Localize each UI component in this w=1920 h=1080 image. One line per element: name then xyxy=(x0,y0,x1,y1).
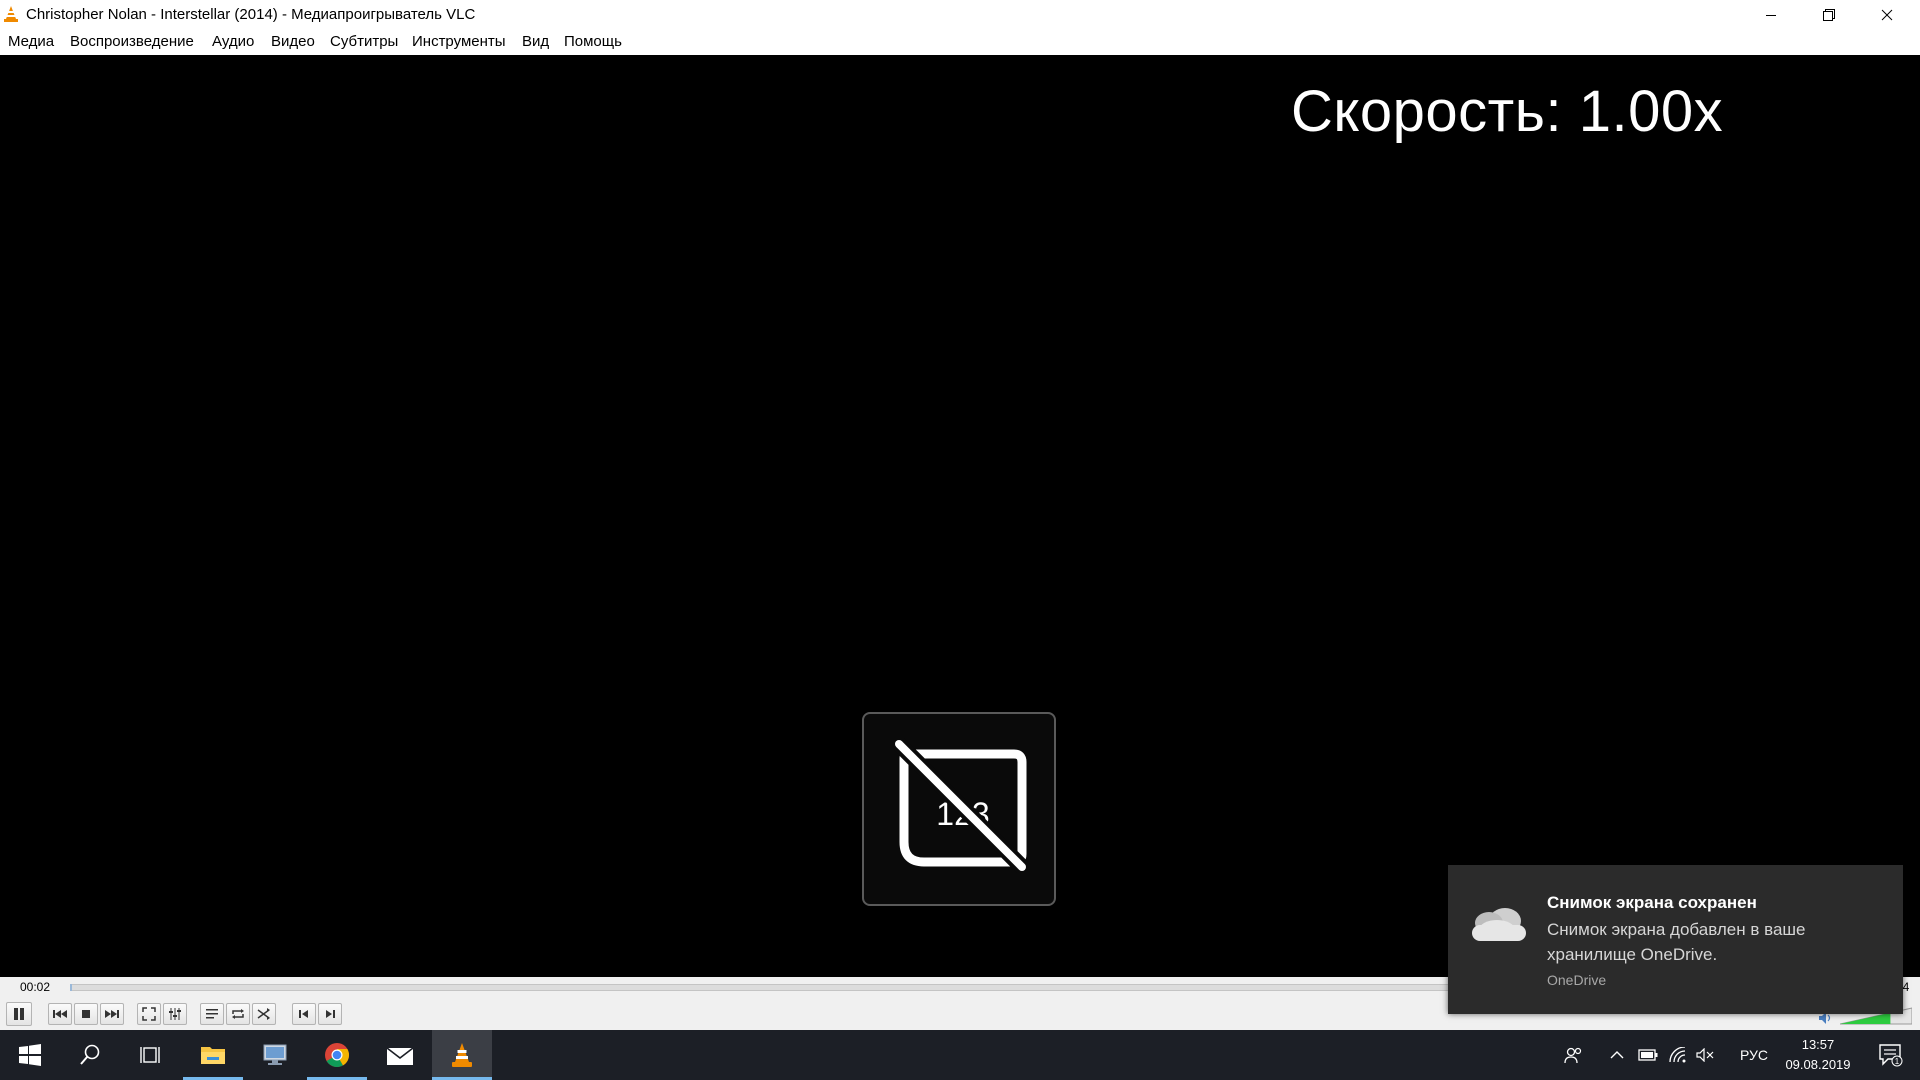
subtitle-disabled-osd: 123 xyxy=(862,712,1056,906)
menu-subtitles[interactable]: Субтитры xyxy=(330,33,398,50)
notification-icon: 1 xyxy=(1879,1044,1903,1067)
close-button[interactable] xyxy=(1858,0,1916,29)
toast-title: Снимок экрана сохранен xyxy=(1547,893,1757,912)
menu-video[interactable]: Видео xyxy=(271,33,315,50)
onedrive-cloud-icon xyxy=(1472,908,1526,941)
task-view-button[interactable] xyxy=(120,1030,180,1080)
remote-desktop-button[interactable] xyxy=(245,1030,305,1080)
next-button[interactable] xyxy=(100,1003,124,1025)
network-tray[interactable] xyxy=(1666,1030,1690,1080)
people-icon xyxy=(1564,1047,1582,1064)
clock[interactable]: 13:57 09.08.2019 xyxy=(1772,1034,1864,1076)
frame-next-button[interactable] xyxy=(318,1003,342,1025)
minimize-icon xyxy=(1766,14,1776,16)
frame-back-icon xyxy=(299,1010,308,1018)
shuffle-icon xyxy=(257,1008,270,1020)
show-hidden-icons-button[interactable] xyxy=(1606,1030,1628,1080)
people-button[interactable] xyxy=(1560,1030,1586,1080)
fullscreen-icon xyxy=(142,1007,156,1021)
frame-forward-icon xyxy=(326,1010,335,1018)
next-icon xyxy=(105,1010,119,1018)
stop-button[interactable] xyxy=(74,1003,98,1025)
stop-icon xyxy=(82,1010,90,1018)
menu-tools[interactable]: Инструменты xyxy=(412,33,506,50)
frame-previous-button[interactable] xyxy=(292,1003,316,1025)
vlc-taskbar-button[interactable] xyxy=(432,1030,492,1080)
menu-audio[interactable]: Аудио xyxy=(212,33,254,50)
extended-settings-button[interactable] xyxy=(163,1003,187,1025)
window-title: Christopher Nolan - Interstellar (2014) … xyxy=(26,6,476,23)
restore-icon xyxy=(1823,8,1835,21)
action-center-button[interactable]: 1 xyxy=(1866,1030,1916,1080)
toast-body: Снимок экрана добавлен в ваше хранилище … xyxy=(1547,920,1806,964)
vlc-icon xyxy=(452,1043,472,1067)
start-button[interactable] xyxy=(0,1030,60,1080)
task-view-icon xyxy=(140,1047,160,1063)
clock-time: 13:57 xyxy=(1801,1037,1835,1052)
playlist-button[interactable] xyxy=(200,1003,224,1025)
menu-bar: Медиа Воспроизведение Аудио Видео Субтит… xyxy=(0,29,1920,55)
speaker-muted-icon xyxy=(1696,1048,1714,1062)
volume-tray[interactable] xyxy=(1694,1030,1718,1080)
previous-button[interactable] xyxy=(48,1003,72,1025)
menu-view[interactable]: Вид xyxy=(522,33,549,50)
battery-tray[interactable] xyxy=(1636,1030,1660,1080)
restore-button[interactable] xyxy=(1800,0,1858,29)
fullscreen-button[interactable] xyxy=(137,1003,161,1025)
wifi-icon xyxy=(1669,1047,1686,1063)
search-icon xyxy=(80,1044,100,1065)
chrome-icon xyxy=(325,1043,350,1068)
search-button[interactable] xyxy=(60,1030,120,1080)
equalizer-icon xyxy=(169,1008,181,1020)
folder-icon xyxy=(201,1047,225,1064)
menu-help[interactable]: Помощь xyxy=(564,33,622,50)
minimize-button[interactable] xyxy=(1742,0,1800,29)
random-button[interactable] xyxy=(252,1003,276,1025)
elapsed-time[interactable]: 00:02 xyxy=(20,980,50,994)
menu-playback[interactable]: Воспроизведение xyxy=(70,33,194,50)
speed-osd: Скорость: 1.00x xyxy=(1291,79,1724,144)
vlc-cone-icon xyxy=(4,6,18,22)
loop-button[interactable] xyxy=(226,1003,250,1025)
seek-progress xyxy=(70,984,72,991)
battery-icon xyxy=(1638,1049,1658,1061)
mail-button[interactable] xyxy=(370,1030,430,1080)
input-language[interactable]: РУС xyxy=(1734,1030,1774,1080)
file-explorer-button[interactable] xyxy=(183,1030,243,1080)
chrome-button[interactable] xyxy=(307,1030,367,1080)
windows-logo-icon xyxy=(19,1044,41,1066)
notification-count: 1 xyxy=(1895,1057,1900,1066)
chevron-up-icon xyxy=(1610,1051,1624,1059)
loop-icon xyxy=(232,1009,244,1019)
pause-button[interactable] xyxy=(6,1002,32,1026)
pause-icon xyxy=(14,1008,24,1020)
subtitles-off-icon: 123 xyxy=(893,738,1028,873)
previous-icon xyxy=(53,1010,67,1018)
close-icon xyxy=(1881,9,1893,20)
mail-icon xyxy=(386,1047,414,1065)
remote-desktop-icon xyxy=(263,1044,287,1065)
playlist-icon xyxy=(206,1009,218,1019)
menu-media[interactable]: Медиа xyxy=(8,33,54,50)
toast-source: OneDrive xyxy=(1547,972,1607,988)
clock-date: 09.08.2019 xyxy=(1785,1057,1851,1072)
